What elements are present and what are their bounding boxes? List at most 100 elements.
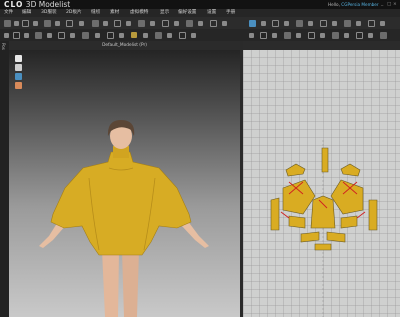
internal-line-icon[interactable] xyxy=(47,32,52,38)
select-point-icon[interactable] xyxy=(261,20,266,26)
menu-materials[interactable]: 素材 xyxy=(110,9,119,17)
dart-icon[interactable] xyxy=(58,31,65,39)
annotation-icon[interactable] xyxy=(380,20,385,26)
texture-icon[interactable] xyxy=(198,20,203,26)
edit-pattern-2d-icon[interactable] xyxy=(249,19,256,27)
menu-edit[interactable]: 编辑 xyxy=(22,9,31,17)
seam-allowance-icon[interactable] xyxy=(155,31,162,39)
segment-sew-icon[interactable] xyxy=(320,19,327,27)
side-rail-label[interactable]: Pos xyxy=(1,43,6,50)
fabric-icon[interactable] xyxy=(131,32,137,38)
shirring-icon[interactable] xyxy=(191,32,196,38)
fold-icon[interactable] xyxy=(55,20,60,26)
dart-2d-icon[interactable] xyxy=(320,32,325,38)
elastic-icon[interactable] xyxy=(179,31,186,39)
menu-bar: 文件 编辑 3D服装 2D板片 缝纫 素材 虚拟模特 显示 偏好设置 设置 手册 xyxy=(0,9,400,17)
topstitch-icon[interactable] xyxy=(186,19,193,27)
zipper-icon[interactable] xyxy=(174,20,179,26)
ruler-icon[interactable] xyxy=(356,31,363,39)
app-brand: CLO xyxy=(4,0,24,9)
pattern-piece-shoulder-left[interactable] xyxy=(285,163,306,177)
notch-icon[interactable] xyxy=(70,32,75,38)
trace-2d-icon[interactable] xyxy=(332,31,339,39)
maximize-button[interactable]: □ xyxy=(387,0,391,9)
viewport-2d-header xyxy=(243,41,400,50)
flip-icon[interactable] xyxy=(356,20,361,26)
grade-icon[interactable] xyxy=(368,19,375,27)
polygon-icon[interactable] xyxy=(13,31,20,39)
pattern-piece-front[interactable] xyxy=(310,195,336,229)
close-button[interactable]: × xyxy=(393,0,397,9)
menu-avatar[interactable]: 虚拟模特 xyxy=(130,9,148,17)
seam-icon[interactable] xyxy=(66,19,73,27)
check-sew-icon[interactable] xyxy=(344,19,351,27)
rectangle-icon[interactable] xyxy=(24,32,29,38)
pin-icon[interactable] xyxy=(44,19,51,27)
garment-sweater[interactable] xyxy=(50,151,192,256)
menu-3d-garment[interactable]: 3D服装 xyxy=(41,9,57,17)
user-name-link[interactable]: CGPersia Member xyxy=(341,2,378,7)
trace-icon[interactable] xyxy=(82,31,89,39)
fold-arrange-icon[interactable] xyxy=(107,31,114,39)
unfold-icon[interactable] xyxy=(143,32,148,38)
simulate-icon[interactable] xyxy=(33,20,38,26)
pattern-piece-side-left[interactable] xyxy=(270,197,280,231)
menu-preferences[interactable]: 偏好设置 xyxy=(178,9,196,17)
button-tool-icon[interactable] xyxy=(150,20,155,26)
viewport-2d[interactable] xyxy=(243,41,400,317)
avatar-leg-right xyxy=(122,250,139,317)
pattern-piece-shoulder-right[interactable] xyxy=(340,163,361,177)
viewport-3d[interactable]: Default_Modelist (Pr) xyxy=(9,41,240,317)
fit-map-icon[interactable] xyxy=(126,20,131,26)
edit-pattern-icon[interactable] xyxy=(4,32,9,38)
binding-icon[interactable] xyxy=(167,32,172,38)
puckering-icon[interactable] xyxy=(222,20,227,26)
text-icon[interactable] xyxy=(368,32,373,38)
pattern-rect-icon[interactable] xyxy=(272,32,277,38)
strengthen-icon[interactable] xyxy=(103,20,108,26)
notch-2d-icon[interactable] xyxy=(344,32,349,38)
toolbar-secondary xyxy=(0,29,400,41)
layer-icon[interactable] xyxy=(79,20,84,26)
symmetric-icon[interactable] xyxy=(119,32,124,38)
stress-map-icon[interactable] xyxy=(138,19,145,27)
side-rail: Pos xyxy=(0,41,9,317)
pattern-line-icon[interactable] xyxy=(260,31,267,39)
menu-settings[interactable]: 设置 xyxy=(207,9,216,17)
measure-icon[interactable] xyxy=(114,19,121,27)
internal-rect-icon[interactable] xyxy=(296,32,301,38)
pattern-piece-side-right[interactable] xyxy=(368,199,378,231)
zoom-icon[interactable] xyxy=(249,32,254,38)
pleat-icon[interactable] xyxy=(95,32,100,38)
transform-pattern-icon[interactable] xyxy=(272,19,279,27)
curve-point-icon[interactable] xyxy=(296,19,303,27)
menu-file[interactable]: 文件 xyxy=(4,9,13,17)
pattern-piece-collar[interactable] xyxy=(321,147,329,173)
buttonhole-icon[interactable] xyxy=(162,19,169,27)
minimize-button[interactable]: _ xyxy=(381,0,383,9)
seam-highlight-7 xyxy=(356,211,366,219)
circle-icon[interactable] xyxy=(35,31,42,39)
menu-sewing[interactable]: 缝纫 xyxy=(91,9,100,17)
graphic-icon[interactable] xyxy=(210,19,217,27)
pattern-piece-hem-right[interactable] xyxy=(326,231,346,243)
menu-2d-pattern[interactable]: 2D板片 xyxy=(66,9,82,17)
transform-icon[interactable] xyxy=(22,19,29,27)
grid-icon[interactable] xyxy=(380,31,387,39)
tack-icon[interactable] xyxy=(92,19,99,27)
pattern-piece-hem-center[interactable] xyxy=(314,243,332,251)
move-icon[interactable] xyxy=(14,20,19,26)
avatar-scene xyxy=(39,120,209,317)
pattern-piece-hem-left[interactable] xyxy=(300,231,320,243)
pattern-piece-cuff-left[interactable] xyxy=(288,215,306,229)
greeting-prefix: Hello, xyxy=(328,2,340,7)
internal-circle-icon[interactable] xyxy=(308,31,315,39)
pattern-circle-icon[interactable] xyxy=(284,31,291,39)
offset-icon[interactable] xyxy=(308,20,313,26)
pattern-piece-cuff-right[interactable] xyxy=(340,215,358,229)
menu-display[interactable]: 显示 xyxy=(160,9,169,17)
add-point-icon[interactable] xyxy=(284,20,289,26)
select-icon[interactable] xyxy=(4,19,11,27)
menu-manual[interactable]: 手册 xyxy=(226,9,235,17)
free-sew-icon[interactable] xyxy=(332,20,337,26)
